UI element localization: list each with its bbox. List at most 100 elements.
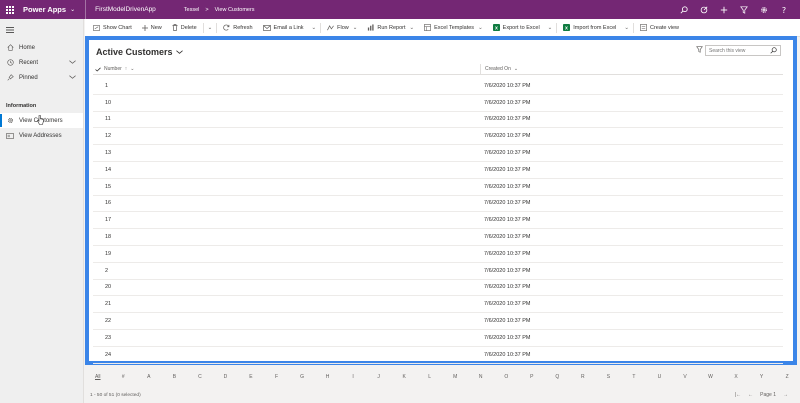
sidebar-item-recent[interactable]: Recent (0, 55, 83, 70)
delete-button[interactable]: Delete (167, 19, 202, 37)
app-launcher-button[interactable] (0, 0, 20, 19)
alpha-filter-item[interactable]: Z (774, 374, 800, 380)
breadcrumb-item[interactable]: View Customers (215, 7, 255, 13)
sidebar-item-view-addresses[interactable]: View Addresses (0, 128, 83, 143)
cell-number[interactable]: 16 (93, 200, 480, 206)
cell-number[interactable]: 10 (93, 100, 480, 106)
cell-number[interactable]: 24 (93, 352, 480, 358)
add-icon[interactable] (714, 0, 734, 19)
alpha-filter-item[interactable]: E (238, 374, 264, 380)
table-row[interactable]: 17 7/6/2020 10:37 PM (93, 212, 783, 230)
cell-number[interactable]: 19 (93, 251, 480, 257)
table-row[interactable]: 24 7/6/2020 10:37 PM (93, 347, 783, 364)
table-row[interactable]: 13 7/6/2020 10:37 PM (93, 145, 783, 162)
flow-button[interactable]: Flow ⌄ (322, 19, 362, 37)
alpha-filter-item[interactable]: W (698, 374, 724, 380)
alpha-filter-item[interactable]: D (213, 374, 239, 380)
chevron-down-icon[interactable]: ⌄ (309, 25, 320, 31)
alpha-filter-item[interactable]: X (723, 374, 749, 380)
alpha-filter-item[interactable]: A (136, 374, 162, 380)
filter-icon[interactable] (696, 46, 703, 55)
cell-number[interactable]: 1 (93, 83, 480, 89)
alpha-filter-item[interactable]: B (162, 374, 188, 380)
chevron-down-icon[interactable]: ⌄ (545, 25, 556, 31)
help-icon[interactable]: ? (774, 0, 794, 19)
create-view-button[interactable]: Create view (635, 19, 684, 37)
cell-number[interactable]: 2 (93, 268, 480, 274)
alpha-filter-item[interactable]: P (519, 374, 545, 380)
hamburger-menu-button[interactable] (0, 22, 83, 37)
chevron-down-icon[interactable]: ⌄ (70, 6, 75, 13)
alpha-filter-item[interactable]: K (391, 374, 417, 380)
alpha-filter-item[interactable]: L (417, 374, 443, 380)
cell-number[interactable]: 15 (93, 184, 480, 190)
alpha-filter-item[interactable]: H (315, 374, 341, 380)
alpha-filter-item[interactable]: U (647, 374, 673, 380)
previous-page-button[interactable]: ← (748, 392, 753, 398)
select-all-checkbox[interactable] (93, 67, 102, 72)
next-page-button[interactable]: → (783, 392, 788, 398)
sidebar-item-pinned[interactable]: Pinned (0, 70, 83, 85)
column-header-number[interactable]: Number ↑ ⌄ (104, 66, 480, 72)
cell-number[interactable]: 14 (93, 167, 480, 173)
table-row[interactable]: 20 7/6/2020 10:37 PM (93, 280, 783, 297)
table-row[interactable]: 18 7/6/2020 10:37 PM (93, 229, 783, 246)
alpha-filter-item[interactable]: O (494, 374, 520, 380)
breadcrumb-item[interactable]: Tessel (184, 7, 200, 13)
cell-number[interactable]: 22 (93, 318, 480, 324)
table-row[interactable]: 10 7/6/2020 10:37 PM (93, 95, 783, 112)
chevron-down-icon[interactable]: ⌄ (205, 25, 216, 31)
search-field[interactable] (705, 45, 781, 56)
new-button[interactable]: New (137, 19, 167, 37)
alpha-filter-item[interactable]: F (264, 374, 290, 380)
alpha-filter-item[interactable]: J (366, 374, 392, 380)
cell-number[interactable]: 12 (93, 133, 480, 139)
alpha-filter-item[interactable]: I (340, 374, 366, 380)
table-row[interactable]: 19 7/6/2020 10:37 PM (93, 246, 783, 263)
search-input[interactable] (709, 47, 769, 54)
search-icon[interactable] (674, 0, 694, 19)
alpha-filter-item[interactable]: R (570, 374, 596, 380)
alpha-filter-item[interactable]: T (621, 374, 647, 380)
alpha-filter-item[interactable]: M (442, 374, 468, 380)
table-row[interactable]: 15 7/6/2020 10:37 PM (93, 179, 783, 196)
sidebar-item-home[interactable]: Home (0, 40, 83, 55)
cell-number[interactable]: 11 (93, 116, 480, 122)
first-page-button[interactable]: |← (735, 392, 741, 398)
gear-icon[interactable] (754, 0, 774, 19)
chevron-down-icon[interactable] (69, 59, 76, 66)
table-row[interactable]: 21 7/6/2020 10:37 PM (93, 296, 783, 314)
column-header-created-on[interactable]: Created On ⌄ (480, 63, 783, 75)
table-row[interactable]: 22 7/6/2020 10:37 PM (93, 313, 783, 330)
excel-templates-button[interactable]: Excel Templates ⌄ (419, 19, 488, 37)
email-link-button[interactable]: Email a Link (258, 19, 309, 37)
cell-number[interactable]: 17 (93, 217, 480, 223)
table-row[interactable]: 12 7/6/2020 10:37 PM (93, 128, 783, 146)
filter-icon[interactable] (734, 0, 754, 19)
alpha-filter-item[interactable]: Y (749, 374, 775, 380)
import-excel-button[interactable]: x Import from Excel (558, 19, 621, 37)
cell-number[interactable]: 18 (93, 234, 480, 240)
refresh-button[interactable]: Refresh (218, 19, 257, 37)
alpha-filter-item[interactable]: S (596, 374, 622, 380)
cell-number[interactable]: 20 (93, 284, 480, 290)
table-row[interactable]: 11 7/6/2020 10:37 PM (93, 112, 783, 129)
alpha-filter-all[interactable]: All (85, 374, 111, 380)
table-row[interactable]: 1 7/6/2020 10:37 PM (93, 78, 783, 95)
cell-number[interactable]: 13 (93, 150, 480, 156)
alpha-filter-item[interactable]: # (111, 374, 137, 380)
table-row[interactable]: 23 7/6/2020 10:37 PM (93, 330, 783, 347)
cell-number[interactable]: 23 (93, 335, 480, 341)
export-excel-button[interactable]: x Export to Excel (488, 19, 545, 37)
alpha-filter-item[interactable]: N (468, 374, 494, 380)
app-name[interactable]: FirstModelDrivenApp (85, 0, 156, 19)
alpha-filter-item[interactable]: G (289, 374, 315, 380)
target-icon[interactable] (694, 0, 714, 19)
table-row[interactable]: 2 7/6/2020 10:37 PM (93, 263, 783, 280)
brand-name[interactable]: Power Apps (23, 5, 66, 14)
cell-number[interactable]: 21 (93, 301, 480, 307)
chevron-down-icon[interactable]: ⌄ (621, 25, 632, 31)
search-icon[interactable] (770, 47, 777, 56)
table-row[interactable]: 16 7/6/2020 10:37 PM (93, 196, 783, 213)
chevron-down-icon[interactable] (69, 74, 76, 81)
